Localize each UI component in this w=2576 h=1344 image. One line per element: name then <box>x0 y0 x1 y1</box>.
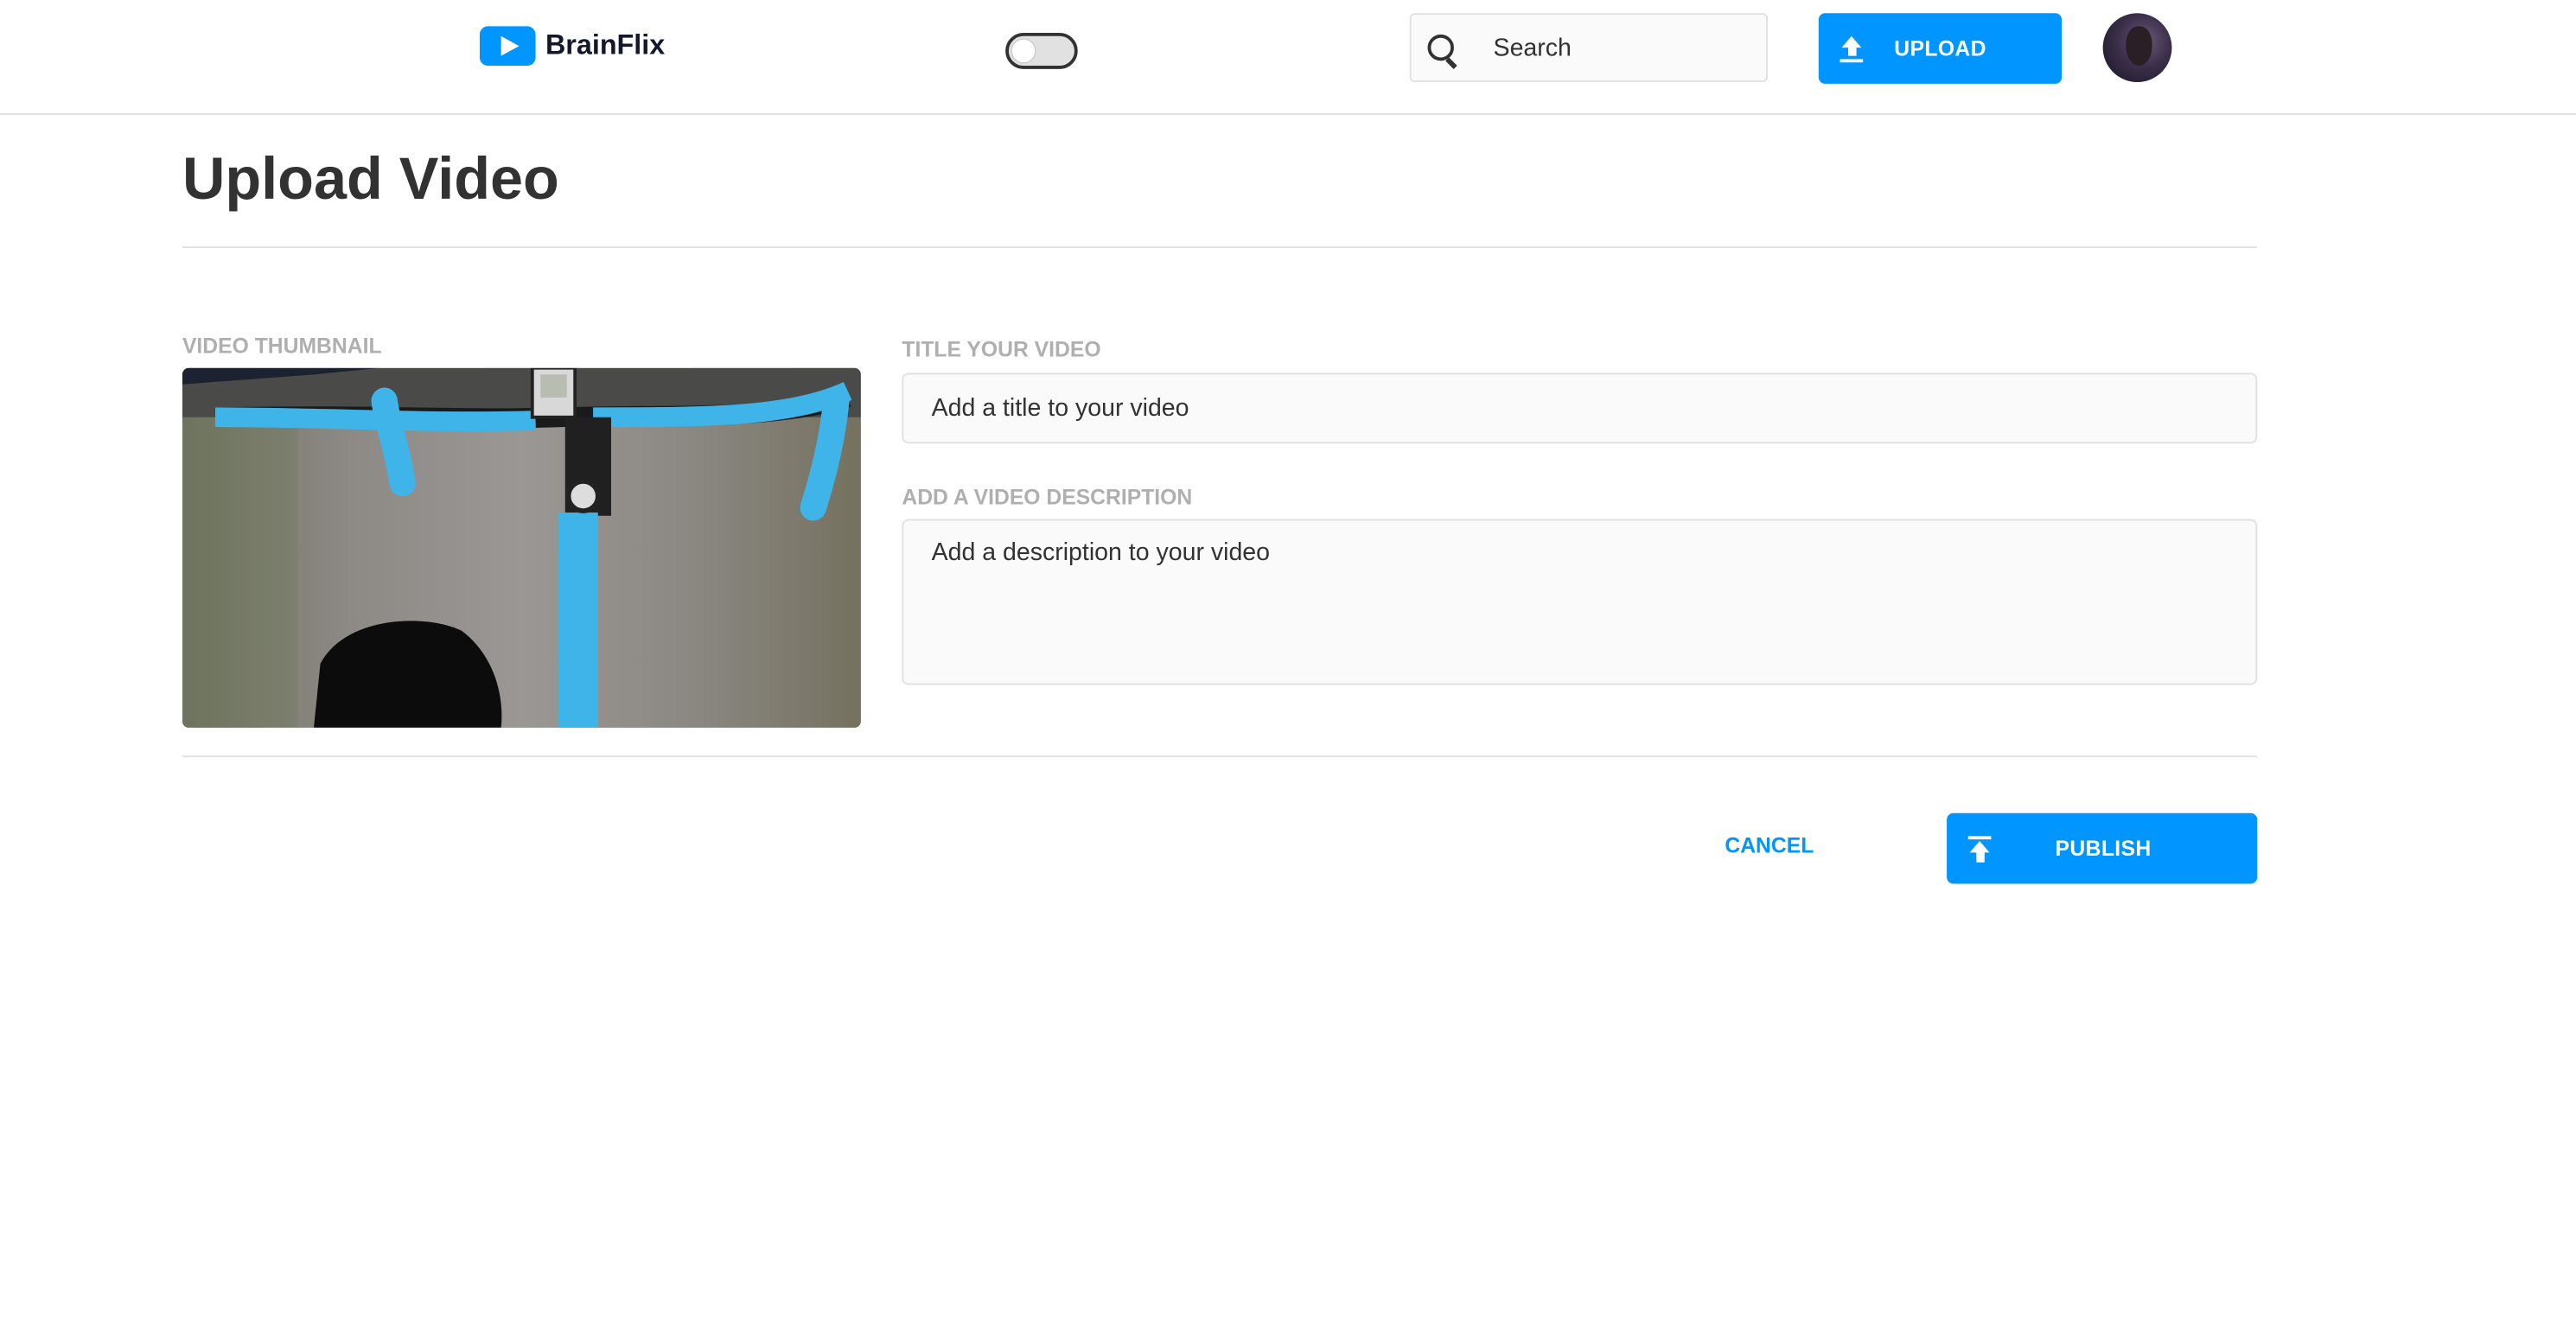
description-field-label: ADD A VIDEO DESCRIPTION <box>902 484 1193 510</box>
upload-icon <box>1840 35 1864 63</box>
search-box <box>1409 13 1768 83</box>
cancel-button[interactable]: CANCEL <box>1702 826 1837 866</box>
upload-button-label: UPLOAD <box>1894 35 1986 61</box>
upload-page: BrainFlix UPLOAD Upload Video VIDEO THUM… <box>0 0 2576 1344</box>
form-divider <box>182 755 2258 758</box>
page-title: Upload Video <box>182 144 559 213</box>
video-description-input[interactable] <box>902 519 2258 685</box>
video-title-input[interactable] <box>902 373 2258 444</box>
search-input[interactable] <box>1493 15 1757 81</box>
upload-button[interactable]: UPLOAD <box>1818 13 2063 84</box>
publish-button[interactable]: PUBLISH <box>1947 812 2258 884</box>
video-logo-icon <box>479 26 536 67</box>
publish-button-label: PUBLISH <box>2055 836 2152 861</box>
top-nav: BrainFlix UPLOAD <box>0 0 2576 116</box>
search-icon <box>1427 34 1454 61</box>
avatar-face <box>2126 26 2152 67</box>
logo-text: BrainFlix <box>545 29 666 61</box>
publish-icon <box>1967 836 1992 863</box>
title-divider <box>182 246 2258 248</box>
toggle-knob <box>1011 39 1036 63</box>
theme-toggle[interactable] <box>1005 33 1078 69</box>
thumbnail-label: VIDEO THUMBNAIL <box>182 333 382 359</box>
title-field-label: TITLE YOUR VIDEO <box>902 336 1101 362</box>
video-thumbnail <box>182 367 861 728</box>
avatar[interactable] <box>2102 13 2172 83</box>
thumbnail-image <box>182 367 861 728</box>
brainflix-logo[interactable]: BrainFlix <box>479 26 666 67</box>
